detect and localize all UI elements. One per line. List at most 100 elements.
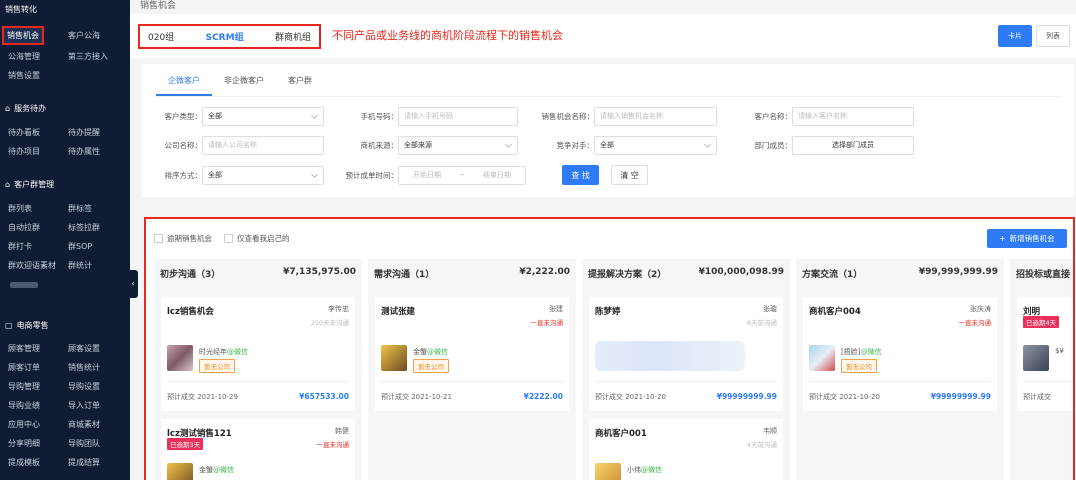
customer-name: $¥	[1055, 347, 1064, 355]
group-tab-scrm[interactable]: SCRM组	[206, 30, 244, 43]
column-amount: ¥7,135,975.00	[283, 267, 356, 277]
sidebar-item-share-details[interactable]: 分享明细	[0, 438, 60, 449]
expected-close-date: 预计成交	[1023, 393, 1051, 401]
list-view-button[interactable]: 列表	[1036, 25, 1070, 47]
opportunity-card[interactable]: 陈梦婷 张璇 8天前沟通 预计成交 2021-10-20 ¥99999999.9…	[589, 297, 783, 411]
sidebar-item-todo-attributes[interactable]: 待办属性	[60, 146, 120, 157]
kanban-column-proposal: 方案交流（1） ¥99,999,999.99 商机客户004 张庆涛 一直未沟通 …	[796, 259, 1004, 480]
blurred-menu-item	[10, 281, 38, 288]
sidebar-item-todo-board[interactable]: 待办看板	[0, 127, 60, 138]
sidebar-item-third-party[interactable]: 第三方接入	[60, 51, 120, 62]
group-tab-community[interactable]: 群商机组	[275, 30, 311, 43]
sidebar-item-guide-team[interactable]: 导购团队	[60, 438, 120, 449]
source-select[interactable]: 全部来源	[398, 135, 518, 155]
card-view-button[interactable]: 卡片	[998, 25, 1032, 47]
tab-non-wecom-customers[interactable]: 非企微客户	[212, 74, 276, 96]
only-mine-checkbox[interactable]: 仅查看我启己的	[224, 233, 290, 244]
opportunity-name-input[interactable]: 请输入销售机会名称	[594, 106, 717, 126]
avatar	[1023, 345, 1049, 371]
sidebar-item-group-stats[interactable]: 群统计	[60, 260, 120, 271]
date-range-picker[interactable]: 开始日期 ~ 结束日期	[398, 165, 526, 185]
chevron-left-icon: ‹	[131, 279, 135, 288]
phone-label: 手机号码：	[360, 111, 399, 121]
overdue-badge: 已逾期3天	[167, 438, 204, 450]
source-label: 商机来源：	[360, 140, 399, 150]
customer-tabs: 企微客户 非企微客户 客户群	[156, 74, 324, 96]
group-bar: 020组 SCRM组 群商机组 不同产品或业务线的商机阶段流程下的销售机会 卡片…	[130, 14, 1076, 58]
department-member-picker[interactable]: 选择部门成员	[792, 135, 914, 155]
sidebar-item-guide-management[interactable]: 导购管理	[0, 381, 60, 392]
card-owner: 张庆涛	[970, 305, 991, 313]
sidebar-item-tag-group[interactable]: 标签拉群	[60, 222, 120, 233]
avatar	[167, 463, 193, 480]
kanban-column-bidding: 招投标或直接 刘明 已逾期4天 $¥ 预计成交	[1010, 259, 1073, 480]
sidebar-item-todo-reminder[interactable]: 待办提醒	[60, 127, 120, 138]
sidebar-collapse-toggle[interactable]: ‹	[128, 270, 138, 298]
sidebar-item-commission-template[interactable]: 提成模板	[0, 457, 60, 468]
card-owner: 张建	[549, 305, 563, 313]
sidebar-item-guide-performance[interactable]: 导购业绩	[0, 400, 60, 411]
tab-customer-groups[interactable]: 客户群	[276, 74, 324, 96]
sidebar-item-customer-orders[interactable]: 顾客订单	[0, 362, 60, 373]
tab-wecom-customers[interactable]: 企微客户	[156, 74, 212, 96]
sidebar-item-sales-settings[interactable]: 销售设置	[0, 70, 60, 81]
customer-type-select[interactable]: 全部	[202, 106, 324, 126]
sidebar-section-groups[interactable]: ⌂ 客户群管理	[0, 175, 130, 195]
customer-name: 金蟹@微信	[413, 348, 448, 356]
group-tab-020[interactable]: 020组	[148, 30, 174, 43]
sidebar-item-import-orders[interactable]: 导入订单	[60, 400, 120, 411]
card-divider	[595, 381, 777, 382]
company-input[interactable]: 请输入公司名称	[202, 135, 324, 155]
sidebar-item-group-checkin[interactable]: 群打卡	[0, 241, 60, 252]
filter-panel: 企微客户 非企微客户 客户群 客户类型： 全部 手机号码： 请输入手机号码 销售…	[142, 64, 1074, 197]
opportunity-kanban: 逾期销售机会 仅查看我启己的 + 新增销售机会 初步沟通（3） ¥7,135,975…	[144, 217, 1075, 480]
card-owner: 张璇	[763, 305, 777, 313]
sidebar-item-group-tags[interactable]: 群标签	[60, 203, 120, 214]
sidebar-item-customer-management[interactable]: 顾客管理	[0, 343, 60, 354]
sidebar-item-customer-pool[interactable]: 客户公海	[60, 30, 120, 41]
opportunity-card[interactable]: 商机客户001 韦顺 4天前沟通 小伟@微信	[589, 419, 783, 480]
sidebar-item-app-center[interactable]: 应用中心	[0, 419, 60, 430]
sort-select[interactable]: 全部	[202, 165, 324, 185]
expected-close-date: 预计成交 2021-10-20	[595, 393, 666, 401]
opportunity-card[interactable]: lcz测试销售121 韩健 已逾期3天 一直未沟通 金蟹@微信	[161, 419, 355, 480]
kanban-column-initial: 初步沟通（3） ¥7,135,975.00 lcz销售机会 李传忠 250天未沟通…	[154, 259, 362, 480]
column-amount: ¥99,999,999.99	[918, 267, 998, 277]
sidebar-item-sales-stats[interactable]: 销售统计	[60, 362, 120, 373]
opportunity-card[interactable]: lcz销售机会 李传忠 250天未沟通 时光经年@微信 暂无公司 预计成交 20…	[161, 297, 355, 411]
chevron-down-icon	[703, 140, 712, 148]
sidebar-item-pool-management[interactable]: 公海管理	[0, 51, 60, 62]
customer-name: 小伟@微信	[627, 466, 662, 474]
sidebar-item-welcome-material[interactable]: 群欢迎语素材	[0, 260, 60, 271]
competitor-select[interactable]: 全部	[594, 135, 717, 155]
service-icon: ⌂	[5, 104, 11, 113]
card-contact-status: 一直未沟通	[316, 441, 350, 449]
annotation-note: 不同产品或业务线的商机阶段流程下的销售机会	[332, 29, 563, 42]
sidebar-item-sales-opportunity[interactable]: 销售机会	[0, 25, 60, 45]
new-opportunity-button[interactable]: + 新增销售机会	[987, 229, 1067, 248]
sidebar-item-group-list[interactable]: 群列表	[0, 203, 60, 214]
card-divider	[381, 381, 563, 382]
customer-name-input[interactable]: 请输入客户名称	[792, 106, 914, 126]
sidebar-item-commission-settlement[interactable]: 提成结算	[60, 457, 120, 468]
reset-button[interactable]: 清 空	[611, 165, 648, 185]
group-icon: ⌂	[5, 180, 11, 189]
sidebar-section-service[interactable]: ⌂ 服务待办	[0, 99, 130, 119]
sidebar-section-sales[interactable]: 销售转化	[0, 0, 130, 20]
opportunity-card[interactable]: 商机客户004 张庆涛 一直未沟通 [捂脸]@微信 暂无公司 预计成交 2021…	[803, 297, 997, 411]
phone-input[interactable]: 请输入手机号码	[398, 106, 518, 126]
opportunity-card[interactable]: 刘明 已逾期4天 $¥ 预计成交	[1017, 297, 1073, 411]
sidebar-item-guide-settings[interactable]: 导购设置	[60, 381, 120, 392]
company-label: 公司名称：	[164, 140, 203, 150]
sidebar-item-group-sop[interactable]: 群SOP	[60, 241, 120, 252]
search-button[interactable]: 查 找	[562, 165, 599, 185]
sidebar-item-todo-items[interactable]: 待办项目	[0, 146, 60, 157]
opportunity-card[interactable]: 测试张建 张建 一直未沟通 金蟹@微信 暂无公司 预计成交 2021-10-21…	[375, 297, 569, 411]
sidebar-item-customer-settings[interactable]: 顾客设置	[60, 343, 120, 354]
overdue-checkbox[interactable]: 逾期销售机会	[154, 233, 212, 244]
expected-close-date: 预计成交 2021-10-29	[167, 393, 238, 401]
sidebar-item-auto-group[interactable]: 自动拉群	[0, 222, 60, 233]
column-title: 需求沟通（1）	[374, 270, 435, 280]
sidebar-item-mall-material[interactable]: 商城素材	[60, 419, 120, 430]
sidebar-section-retail[interactable]: ▢ 电商零售	[0, 316, 130, 336]
